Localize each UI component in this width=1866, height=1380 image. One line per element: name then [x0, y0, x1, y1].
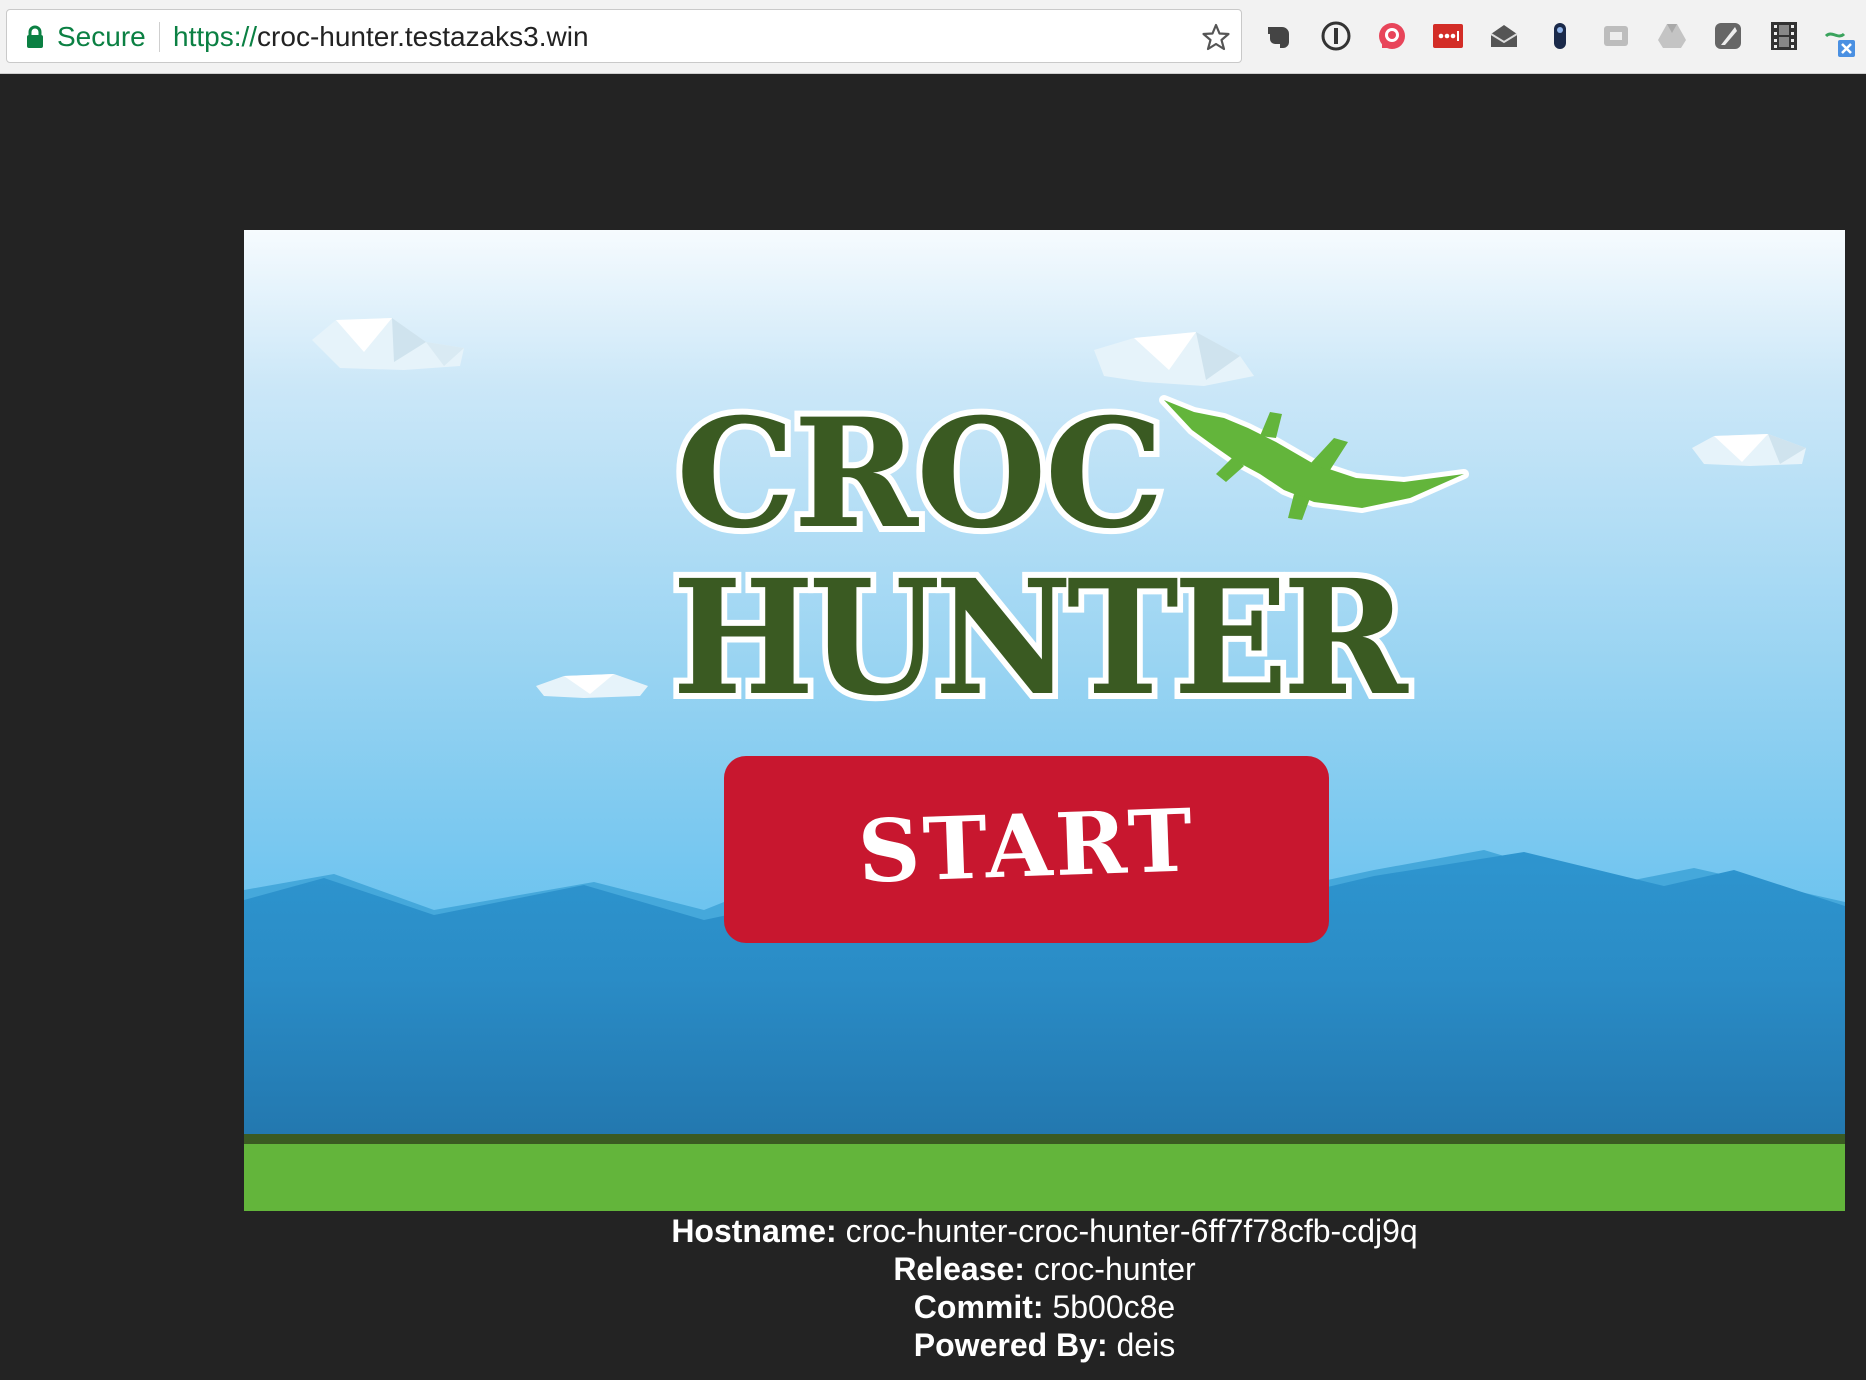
cloud-icon	[312, 318, 464, 370]
hostname-value: croc-hunter-croc-hunter-6ff7f78cfb-cdj9q	[845, 1213, 1418, 1249]
url-divider	[159, 22, 160, 52]
url-text[interactable]: https://croc-hunter.testazaks3.win	[173, 21, 589, 53]
commit-value: 5b00c8e	[1052, 1289, 1176, 1325]
powered-by-value: deis	[1116, 1327, 1176, 1363]
cloud-icon	[1692, 434, 1806, 466]
pocket-icon[interactable]	[1376, 20, 1408, 52]
1password-icon[interactable]	[1320, 20, 1352, 52]
lock-icon	[27, 25, 43, 48]
release-label: Release:	[893, 1251, 1025, 1287]
game-canvas[interactable]: CROC CROC HUNTER HUNTER START	[244, 230, 1845, 1211]
crocodile-icon	[1159, 395, 1469, 520]
mail-checker-icon[interactable]	[1488, 20, 1520, 52]
powered-by-row: Powered By: deis	[244, 1326, 1845, 1364]
film-icon[interactable]	[1768, 20, 1800, 52]
commit-label: Commit:	[913, 1289, 1044, 1325]
hostname-label: Hostname:	[671, 1213, 837, 1249]
bookmark-star-icon[interactable]	[1201, 22, 1231, 52]
cloud-icon	[536, 674, 648, 698]
release-value: croc-hunter	[1033, 1251, 1196, 1287]
commit-row: Commit: 5b00c8e	[244, 1288, 1845, 1326]
shade-icon[interactable]	[1712, 20, 1744, 52]
grass	[244, 1144, 1845, 1211]
title-line1: CROC	[676, 386, 1162, 562]
screen-icon[interactable]	[1600, 20, 1632, 52]
browser-toolbar: Secure https://croc-hunter.testazaks3.wi…	[0, 0, 1866, 74]
start-label: START	[856, 790, 1197, 903]
release-row: Release: croc-hunter	[244, 1250, 1845, 1288]
url-host: croc-hunter.testazaks3.win	[257, 21, 589, 52]
cloud-icon	[1094, 332, 1254, 386]
game-scene: CROC CROC HUNTER HUNTER	[244, 318, 1845, 1211]
build-info: Hostname: croc-hunter-croc-hunter-6ff7f7…	[244, 1212, 1845, 1364]
evernote-icon[interactable]	[1264, 20, 1296, 52]
hostname-row: Hostname: croc-hunter-croc-hunter-6ff7f7…	[244, 1212, 1845, 1250]
lastpass-icon[interactable]	[1432, 20, 1464, 52]
drive-icon[interactable]	[1656, 20, 1688, 52]
address-bar[interactable]: Secure https://croc-hunter.testazaks3.wi…	[6, 9, 1242, 63]
game-logo: CROC CROC HUNTER HUNTER	[666, 380, 1421, 737]
powered-by-label: Powered By:	[913, 1327, 1108, 1363]
clip-icon[interactable]	[1544, 20, 1576, 52]
title-line2: HUNTER	[672, 546, 1409, 731]
url-scheme: https://	[173, 21, 258, 52]
start-button[interactable]: START	[724, 756, 1329, 943]
secure-label: Secure	[57, 21, 146, 52]
translate-icon[interactable]	[1824, 26, 1856, 58]
